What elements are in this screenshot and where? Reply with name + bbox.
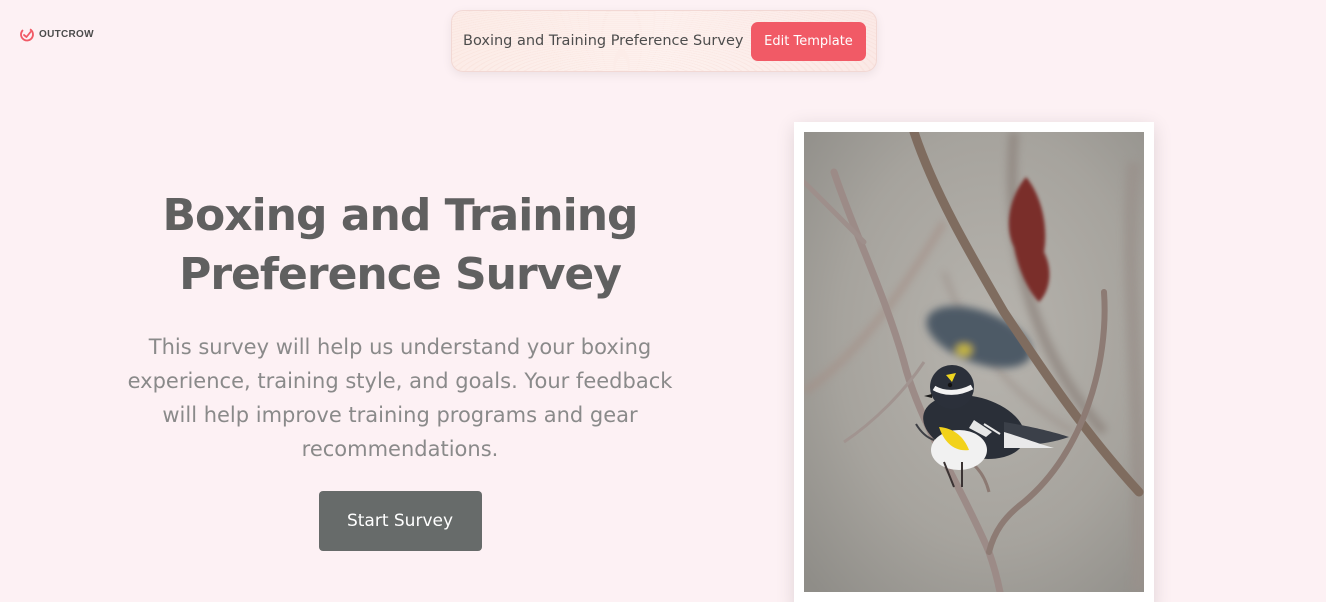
bird-illustration	[804, 132, 1144, 592]
survey-description: This survey will help us understand your…	[127, 335, 673, 461]
photo-frame	[794, 122, 1154, 602]
template-bar: Boxing and Training Preference Survey Ed…	[451, 10, 877, 72]
bird-photo	[804, 132, 1144, 592]
hero-section: Boxing and Training Preference Survey Th…	[100, 186, 700, 551]
page-title-line-2: Preference Survey	[179, 249, 622, 300]
edit-template-button[interactable]: Edit Template	[751, 22, 866, 61]
start-survey-button[interactable]: Start Survey	[318, 491, 482, 551]
survey-landing-page: OUTCROW Boxing and Training Preference S…	[0, 0, 1326, 602]
page-title: Boxing and Training Preference Survey	[100, 186, 700, 304]
logo-text: OUTCROW	[39, 28, 94, 40]
outcrow-logo[interactable]: OUTCROW	[19, 26, 94, 42]
template-title: Boxing and Training Preference Survey	[463, 33, 744, 49]
page-title-line-1: Boxing and Training	[162, 190, 638, 241]
outcrow-logo-icon	[20, 27, 34, 42]
